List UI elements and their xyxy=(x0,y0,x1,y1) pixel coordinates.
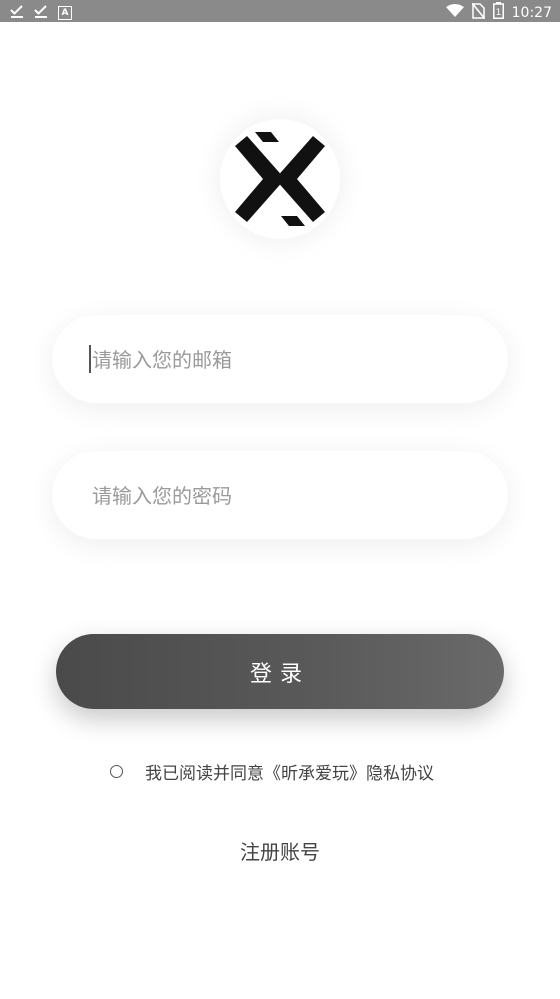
agreement-radio[interactable] xyxy=(110,764,123,778)
check-download-icon xyxy=(34,3,48,22)
status-time: 10:27 xyxy=(511,4,552,21)
no-sim-icon xyxy=(471,2,486,23)
agreement-row[interactable]: 我已阅读并同意《昕承爱玩》隐私协议 xyxy=(110,758,434,784)
status-bar: A 1 10:27 xyxy=(0,0,560,22)
check-download-icon xyxy=(10,3,24,22)
status-left-icons: A xyxy=(10,3,72,22)
x-logo-icon xyxy=(235,132,325,226)
email-input[interactable] xyxy=(90,315,474,405)
register-link[interactable]: 注册账号 xyxy=(0,836,560,865)
wifi-icon xyxy=(445,3,464,22)
svg-text:1: 1 xyxy=(495,8,501,18)
battery-icon: 1 xyxy=(492,2,504,23)
login-button[interactable]: 登录 xyxy=(56,634,504,709)
password-field[interactable] xyxy=(52,451,508,541)
a-box-icon: A xyxy=(58,5,72,20)
app-logo xyxy=(220,119,340,239)
password-input[interactable] xyxy=(90,451,474,541)
agreement-text[interactable]: 我已阅读并同意《昕承爱玩》隐私协议 xyxy=(145,759,434,784)
status-right-icons: 1 10:27 xyxy=(445,2,552,23)
email-field[interactable] xyxy=(52,315,508,405)
